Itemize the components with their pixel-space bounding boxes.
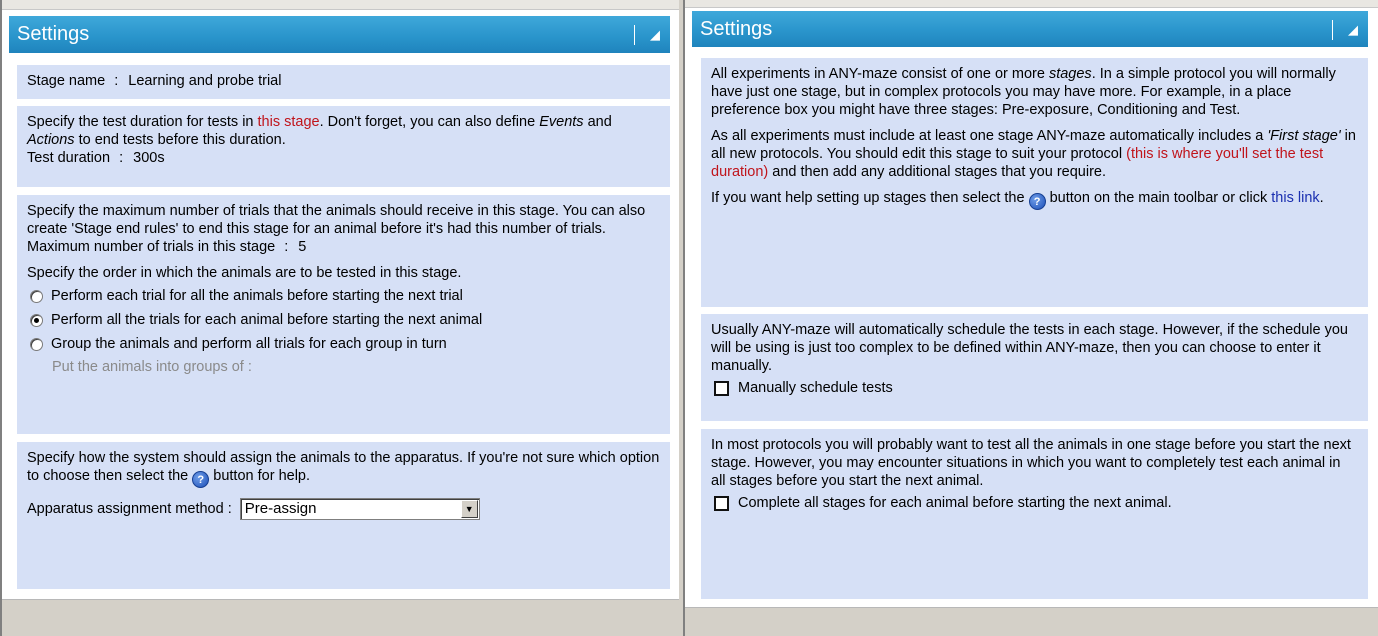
actions-term: Actions <box>27 132 75 148</box>
complete-stages-checkbox[interactable] <box>714 495 729 511</box>
complete-stages-option[interactable]: Complete all stages for each animal befo… <box>711 492 1358 514</box>
stages-p2-c: and then add any additional stages that … <box>768 164 1107 180</box>
settings-title: Settings <box>700 17 773 40</box>
apparatus-text-2: button for help. <box>209 468 311 484</box>
radio-button[interactable] <box>30 337 43 351</box>
duration-panel: Specify the test duration for tests in t… <box>16 105 671 188</box>
duration-description: Specify the test duration for tests in t… <box>27 113 660 149</box>
apparatus-description: Specify how the system should assign the… <box>27 449 660 488</box>
duration-text-3: to end tests before this duration. <box>74 132 286 148</box>
stages-p1-a: All experiments in ANY-maze consist of o… <box>711 66 1049 82</box>
order-option-label: Group the animals and perform all trials… <box>51 336 447 352</box>
bottom-strip <box>2 599 679 636</box>
max-trials-value[interactable]: 5 <box>298 239 306 255</box>
order-option-each-animal[interactable]: Perform all the trials for each animal b… <box>27 308 660 332</box>
duration-text-1: Specify the test duration for tests in <box>27 114 258 130</box>
order-option-label: Perform all the trials for each animal b… <box>51 312 483 328</box>
radio-button[interactable] <box>30 289 43 303</box>
schedule-description: Usually ANY-maze will automatically sche… <box>711 322 1348 374</box>
test-duration-row: Test duration : 300s <box>27 149 660 167</box>
max-trials-label: Maximum number of trials in this stage <box>27 239 276 255</box>
order-description: Specify the order in which the animals a… <box>27 265 462 281</box>
complete-stages-description: In most protocols you will probably want… <box>711 437 1351 489</box>
apparatus-method-dropdown[interactable]: Pre-assign ▼ <box>239 498 480 520</box>
chevron-down-icon[interactable]: ▼ <box>460 500 478 518</box>
apparatus-text-1: Specify how the system should assign the… <box>27 450 660 484</box>
help-link[interactable]: this link <box>1271 190 1319 206</box>
top-strip <box>2 0 679 10</box>
manual-schedule-label: Manually schedule tests <box>738 380 893 396</box>
order-option-groups[interactable]: Group the animals and perform all trials… <box>27 332 660 356</box>
stage-name-panel: Stage name : Learning and probe trial <box>16 64 671 100</box>
stages-p3-a: If you want help setting up stages then … <box>711 190 1029 206</box>
groups-of-label: Put the animals into groups of : <box>52 359 252 375</box>
right-settings-window: Settings ◢ All experiments in ANY-maze c… <box>683 0 1378 636</box>
top-strip <box>685 0 1378 8</box>
max-trials-sep: : <box>284 239 289 255</box>
pin-icon[interactable]: ◢ <box>1332 20 1358 40</box>
test-duration-value[interactable]: 300s <box>133 150 164 166</box>
complete-stages-panel: In most protocols you will probably want… <box>700 428 1369 600</box>
stages-paragraph-3: If you want help setting up stages then … <box>711 189 1358 210</box>
order-option-label: Perform each trial for all the animals b… <box>51 288 463 304</box>
events-term: Events <box>539 114 584 130</box>
help-icon[interactable]: ? <box>192 471 210 488</box>
complete-stages-label: Complete all stages for each animal befo… <box>738 495 1172 511</box>
stages-paragraph-2: As all experiments must include at least… <box>711 127 1358 181</box>
stage-name-sep: : <box>114 73 119 89</box>
stage-name-value[interactable]: Learning and probe trial <box>128 73 281 89</box>
stages-p3-c: . <box>1319 190 1324 206</box>
stage-name-label: Stage name <box>27 73 106 89</box>
apparatus-method-label: Apparatus assignment method : <box>27 500 232 517</box>
settings-titlebar: Settings ◢ <box>692 11 1368 47</box>
apparatus-panel: Specify how the system should assign the… <box>16 441 671 590</box>
duration-text-2: . Don't forget, you can also define <box>319 114 540 130</box>
settings-title: Settings <box>17 23 90 45</box>
this-stage-link[interactable]: this stage <box>258 114 320 130</box>
first-stage-term: 'First stage' <box>1267 128 1341 144</box>
manual-schedule-option[interactable]: Manually schedule tests <box>711 377 1358 399</box>
settings-titlebar: Settings ◢ <box>9 16 670 53</box>
left-settings-window: Settings ◢ Stage name : Learning and pro… <box>0 0 679 636</box>
stages-paragraph-1: All experiments in ANY-maze consist of o… <box>711 65 1358 119</box>
bottom-strip <box>685 607 1378 636</box>
test-duration-label: Test duration <box>27 150 111 166</box>
trials-description: Specify the maximum number of trials tha… <box>27 203 646 237</box>
trials-panel: Specify the maximum number of trials tha… <box>16 194 671 435</box>
test-duration-sep: : <box>119 150 124 166</box>
schedule-panel: Usually ANY-maze will automatically sche… <box>700 313 1369 422</box>
max-trials-row: Maximum number of trials in this stage :… <box>27 238 660 256</box>
stages-p2-a: As all experiments must include at least… <box>711 128 1268 144</box>
stages-p3-b: button on the main toolbar or click <box>1045 190 1272 206</box>
duration-and: and <box>583 114 612 130</box>
stages-term: stages <box>1048 66 1092 82</box>
apparatus-method-value: Pre-assign <box>244 500 317 517</box>
order-option-each-trial[interactable]: Perform each trial for all the animals b… <box>27 284 660 308</box>
manual-schedule-checkbox[interactable] <box>714 380 729 396</box>
radio-button-selected[interactable] <box>30 313 43 327</box>
pin-icon[interactable]: ◢ <box>634 25 660 45</box>
help-icon[interactable]: ? <box>1028 193 1046 210</box>
apparatus-method-row: Apparatus assignment method : Pre-assign… <box>27 498 660 520</box>
stages-info-panel: All experiments in ANY-maze consist of o… <box>700 57 1369 308</box>
